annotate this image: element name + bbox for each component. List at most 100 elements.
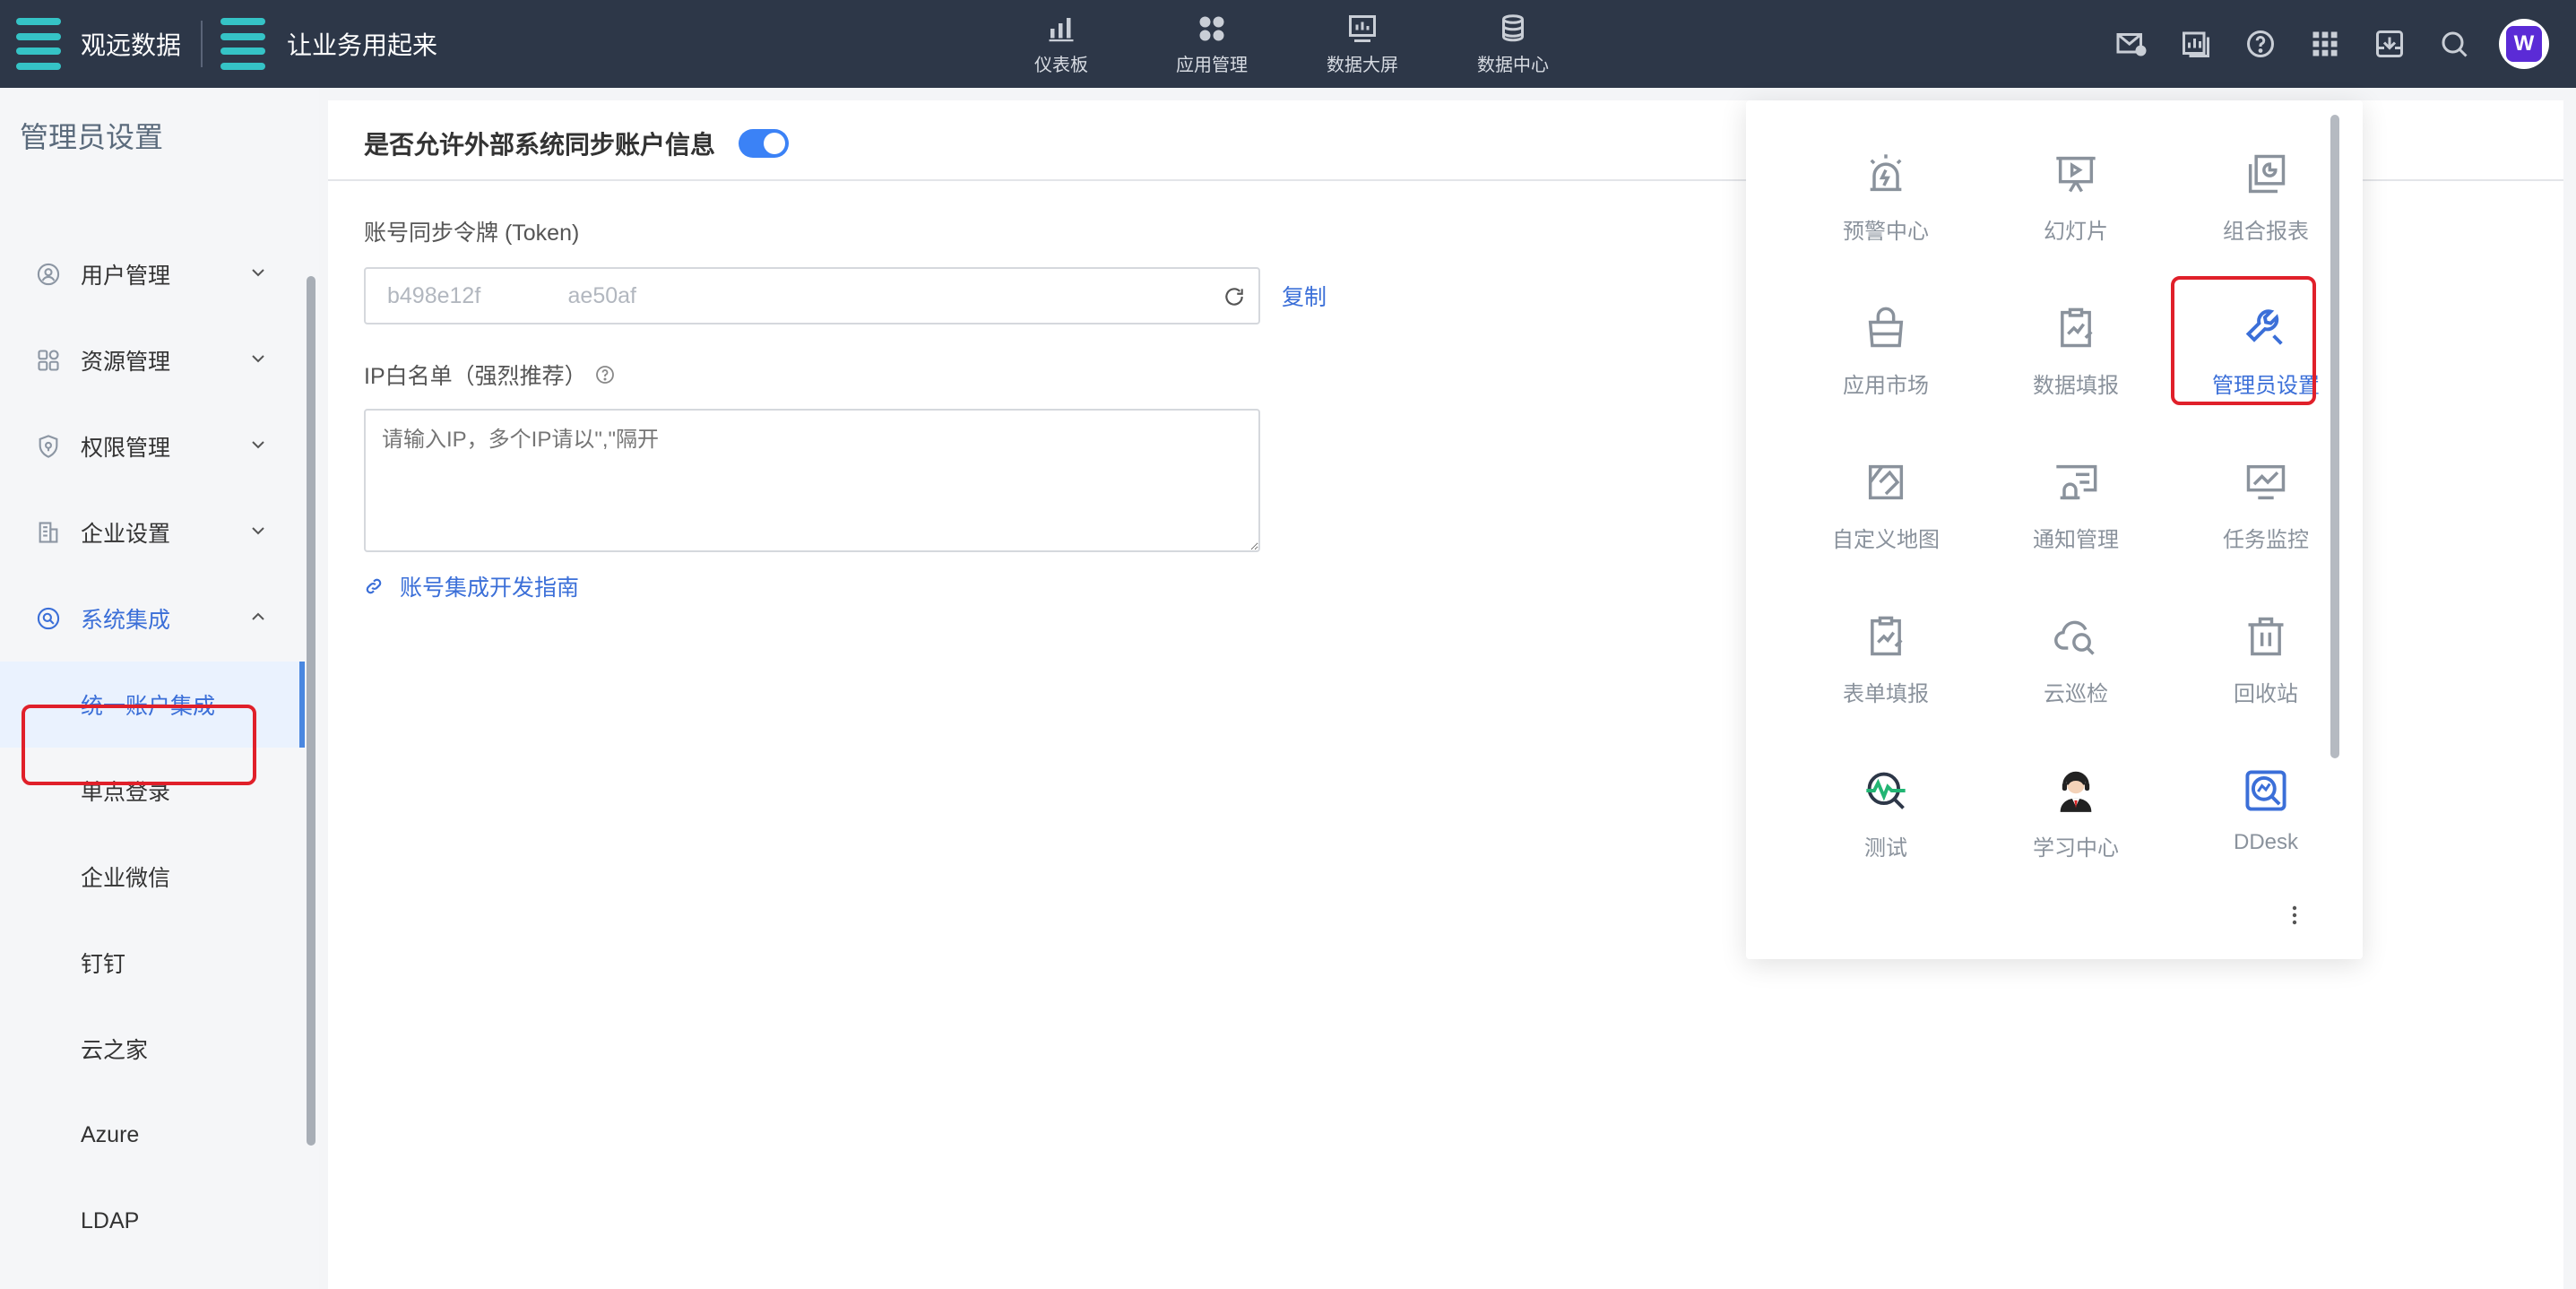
app-ddesk[interactable]: DDesk	[2171, 751, 2361, 905]
sidebar-item-label: 用户管理	[81, 264, 171, 289]
help-button[interactable]	[2228, 0, 2293, 88]
app-notification-management[interactable]: 通知管理	[1981, 443, 2171, 597]
app-data-fill[interactable]: 数据填报	[1981, 289, 2171, 443]
slideshow-icon	[2056, 156, 2096, 193]
ddesk-icon	[2245, 770, 2286, 811]
app-label: 通知管理	[2033, 528, 2119, 552]
ip-whitelist-input[interactable]	[364, 409, 1260, 552]
download-icon	[2376, 30, 2403, 57]
brand-divider	[201, 21, 203, 67]
brand-subtitle: 让业务用起来	[287, 31, 438, 59]
app-label: DDesk	[2233, 830, 2298, 854]
sidebar-item-permission-management[interactable]: 权限管理	[0, 403, 305, 489]
app-custom-map[interactable]: 自定义地图	[1791, 443, 1981, 597]
dev-guide-link[interactable]: 账号集成开发指南	[364, 570, 579, 602]
app-label: 学习中心	[2033, 836, 2119, 861]
app-label: 回收站	[2234, 682, 2298, 706]
sidebar-item-user-management[interactable]: 用户管理	[0, 231, 305, 317]
nav-data-center[interactable]: 数据中心	[1438, 0, 1588, 88]
sidebar-item-enterprise-settings[interactable]: 企业设置	[0, 489, 305, 575]
user-icon	[37, 263, 60, 286]
sidebar-item-label: 系统集成	[81, 608, 171, 633]
screen-icon	[1349, 14, 1376, 42]
apps-grid: 预警中心 幻灯片 组合报表 应用市场 数据填报 管理员设置 自定义地图 通知管理…	[1791, 134, 2361, 905]
app-market[interactable]: 应用市场	[1791, 289, 1981, 443]
download-button[interactable]	[2357, 0, 2422, 88]
grid-icon	[2312, 31, 2338, 56]
brand-logo-icon	[16, 18, 61, 70]
app-label: 应用市场	[1843, 374, 1929, 398]
sidebar-subitem-wecom[interactable]: 企业微信	[0, 834, 305, 920]
sync-toggle[interactable]	[739, 129, 790, 158]
nav-app-management[interactable]: 应用管理	[1137, 0, 1287, 88]
token-label: 账号同步令牌 (Token)	[364, 221, 580, 246]
ip-whitelist-label-text: IP白名单（强烈推荐）	[364, 364, 587, 389]
app-label: 测试	[1864, 836, 1907, 861]
sidebar-subitem-dingtalk[interactable]: 钉钉	[0, 920, 305, 1006]
apps-grid-button[interactable]	[2293, 0, 2357, 88]
app-learning-center[interactable]: 学习中心	[1981, 751, 2171, 905]
app-label: 自定义地图	[1832, 528, 1940, 552]
sidebar-item-label: 企业设置	[81, 522, 171, 547]
notification-icon	[2056, 464, 2097, 500]
app-label: 幻灯片	[2044, 220, 2108, 244]
resource-icon	[38, 350, 59, 371]
sidebar-item-system-integration[interactable]: 系统集成	[0, 575, 305, 662]
monitor-icon	[2246, 464, 2286, 500]
copy-button[interactable]: 复制	[1282, 280, 1327, 312]
sidebar: 管理员设置 用户管理 资源管理 权限管理 企业设置 系统集成 统一账户集成 单点…	[0, 88, 319, 1289]
building-icon	[39, 522, 58, 543]
trash-icon	[2248, 617, 2284, 656]
chevron-up-icon	[252, 612, 264, 620]
sidebar-scrollbar[interactable]	[307, 276, 316, 1146]
highlight-box	[22, 705, 256, 785]
combined-report-icon	[2248, 154, 2286, 194]
nav-data-screen[interactable]: 数据大屏	[1287, 0, 1438, 88]
shopping-bag-icon	[1868, 307, 1904, 348]
data-fill-icon	[2061, 307, 2093, 348]
dashboard-button[interactable]	[2164, 0, 2228, 88]
app-alert-center[interactable]: 预警中心	[1791, 134, 1981, 289]
sidebar-subitem-azure[interactable]: Azure	[0, 1092, 305, 1178]
nav-label: 仪表板	[1034, 55, 1088, 75]
sidebar-item-label: 权限管理	[81, 436, 171, 461]
chevron-down-icon	[252, 269, 264, 277]
sidebar-subitem-yunzhijia[interactable]: 云之家	[0, 1006, 305, 1092]
help-icon[interactable]	[594, 364, 616, 385]
app-label: 预警中心	[1843, 220, 1929, 244]
nav-label: 数据中心	[1477, 55, 1549, 75]
sidebar-subitem-ldap[interactable]: LDAP	[0, 1178, 305, 1264]
nav-dashboard[interactable]: 仪表板	[986, 0, 1137, 88]
refresh-icon[interactable]	[1223, 285, 1246, 308]
app-slideshow[interactable]: 幻灯片	[1981, 134, 2171, 289]
top-tools: W	[2099, 0, 2576, 88]
app-label: 组合报表	[2223, 220, 2309, 244]
sidebar-subitem-weaver[interactable]: 泛微	[0, 1264, 305, 1289]
sync-question: 是否允许外部系统同步账户信息	[364, 131, 716, 159]
dashboard-icon	[2183, 31, 2209, 57]
nav-label: 数据大屏	[1327, 55, 1398, 75]
sidebar-item-label: 资源管理	[81, 350, 171, 375]
database-icon	[1502, 13, 1524, 41]
app-test[interactable]: 测试	[1791, 751, 1981, 905]
avatar-letter: W	[2506, 26, 2542, 62]
search-button[interactable]	[2422, 0, 2486, 88]
app-cloud-inspection[interactable]: 云巡检	[1981, 597, 2171, 751]
brand-title: 观远数据	[81, 31, 182, 59]
more-vertical-icon[interactable]	[2286, 902, 2304, 929]
app-form-fill[interactable]: 表单填报	[1791, 597, 1981, 751]
link-icon	[366, 578, 382, 594]
test-icon	[1866, 772, 1906, 809]
highlight-box	[2171, 276, 2316, 405]
app-label: 表单填报	[1843, 682, 1929, 706]
app-label: 云巡检	[2044, 682, 2108, 706]
brand[interactable]: 观远数据 让业务用起来	[0, 0, 437, 88]
token-field[interactable]: b498e12f ae50af	[364, 267, 1260, 324]
popup-scrollbar[interactable]	[2330, 115, 2339, 758]
cloud-search-icon	[2054, 620, 2095, 655]
avatar[interactable]: W	[2499, 19, 2549, 69]
mail-button[interactable]	[2099, 0, 2164, 88]
app-label: 任务监控	[2223, 528, 2309, 552]
sidebar-item-resource-management[interactable]: 资源管理	[0, 317, 305, 403]
chevron-down-icon	[252, 441, 264, 449]
